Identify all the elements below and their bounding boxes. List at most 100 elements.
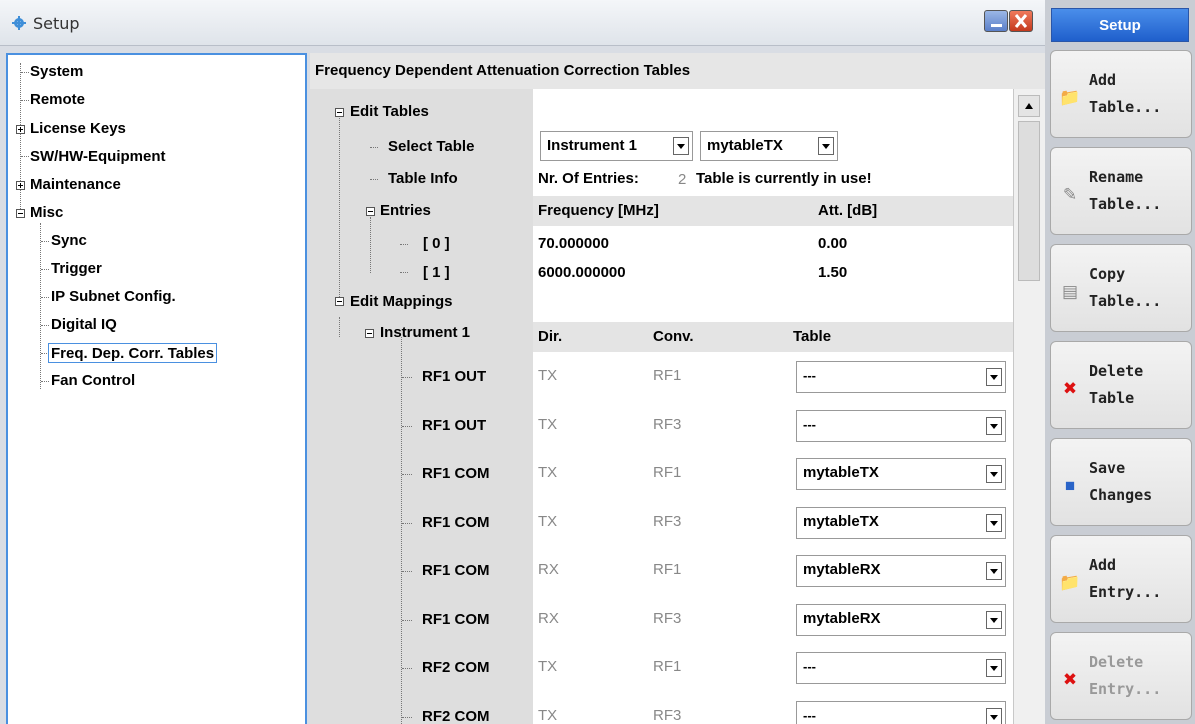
mapping-dir: TX	[538, 464, 558, 481]
collapse-icon[interactable]	[366, 207, 375, 216]
tree-guide	[20, 63, 21, 213]
table-in-use-status: Table is currently in use!	[696, 170, 872, 187]
mapping-table-select[interactable]: mytableRX	[796, 555, 1006, 587]
entry-att[interactable]: 0.00	[818, 233, 847, 255]
edit-mappings-node[interactable]: Edit Mappings	[350, 291, 453, 313]
tree-item-misc[interactable]: Misc	[30, 203, 63, 223]
rename-icon: ✎	[1062, 185, 1078, 204]
mapping-conv: RF1	[653, 464, 682, 481]
mapping-dir: RX	[538, 609, 559, 627]
settings-tree: System Remote License Keys SW/HW-Equipme…	[6, 53, 307, 724]
softkey-save-changes[interactable]: ■ Save Changes	[1050, 438, 1192, 526]
chevron-down-icon	[986, 368, 1002, 386]
collapse-icon[interactable]	[16, 209, 25, 218]
vertical-scrollbar[interactable]	[1013, 89, 1045, 724]
mapping-conv: RF1	[653, 658, 682, 675]
tree-connector	[41, 325, 49, 326]
scroll-up-button[interactable]	[1018, 95, 1040, 117]
softkey-delete-table[interactable]: ✖ Delete Table	[1050, 341, 1192, 429]
tree-connector	[402, 716, 412, 718]
tree-connector	[402, 474, 412, 475]
mapping-dir: TX	[538, 367, 558, 384]
copy-icon: ▤	[1061, 282, 1079, 301]
mapping-table-select[interactable]: mytableTX	[796, 458, 1006, 490]
tree-item-ip-subnet-config[interactable]: IP Subnet Config.	[51, 287, 176, 307]
chevron-down-icon	[986, 659, 1002, 677]
mapping-table-select[interactable]: ---	[796, 409, 1006, 442]
mappings-header: Dir. Conv. Table	[533, 322, 1013, 352]
mapping-conv: RF1	[653, 367, 682, 384]
window-title: Setup	[33, 14, 80, 33]
entry-frequency[interactable]: 6000.000000	[538, 262, 626, 284]
mapping-table-select[interactable]: ---	[796, 652, 1006, 684]
collapse-icon[interactable]	[365, 329, 374, 338]
minimize-button[interactable]	[984, 10, 1008, 32]
softkey-delete-entry[interactable]: ✖ Delete Entry...	[1050, 632, 1192, 720]
mapping-table-select[interactable]: ---	[796, 361, 1006, 393]
mapping-table-value: mytableTX	[803, 464, 879, 481]
tree-connector	[402, 522, 412, 524]
tree-connector	[41, 269, 49, 270]
folder-add-icon: 📁	[1059, 573, 1081, 592]
tree-item-sync[interactable]: Sync	[51, 231, 87, 251]
collapse-icon[interactable]	[335, 108, 344, 117]
mapping-conv: RF3	[653, 609, 682, 627]
entry-frequency[interactable]: 70.000000	[538, 233, 609, 255]
mapping-table-select[interactable]: mytableRX	[796, 603, 1006, 636]
tree-item-digital-iq[interactable]: Digital IQ	[51, 315, 117, 335]
scroll-thumb[interactable]	[1018, 121, 1040, 281]
mapping-table-select[interactable]: mytableTX	[796, 506, 1006, 539]
entries-node[interactable]: Entries	[380, 200, 431, 222]
table-select[interactable]: mytableTX	[700, 131, 838, 161]
expand-icon[interactable]	[16, 181, 25, 190]
chevron-down-icon	[818, 137, 834, 155]
instrument-node[interactable]: Instrument 1	[380, 322, 470, 344]
instrument-select[interactable]: Instrument 1	[540, 131, 693, 161]
mapping-table-value: mytableTX	[803, 512, 879, 530]
tree-connector	[400, 244, 408, 245]
select-table-label: Select Table	[388, 138, 475, 155]
close-button[interactable]	[1009, 10, 1033, 32]
mapping-table-value: ---	[803, 368, 816, 383]
softkey-label: Add Entry...	[1089, 556, 1162, 601]
softkey-add-table[interactable]: 📁 Add Table...	[1050, 50, 1192, 138]
tree-item-fan-control[interactable]: Fan Control	[51, 371, 135, 391]
chevron-down-icon	[986, 416, 1002, 435]
tree-connector	[41, 241, 49, 242]
mapping-dir: TX	[538, 512, 558, 530]
tree-item-trigger[interactable]: Trigger	[51, 259, 102, 279]
edit-tables-node[interactable]: Edit Tables	[350, 101, 429, 123]
tree-item-sw-hw-equipment[interactable]: SW/HW-Equipment	[30, 147, 166, 167]
tree-item-maintenance[interactable]: Maintenance	[30, 175, 121, 195]
page-title: Frequency Dependent Attenuation Correcti…	[310, 53, 1045, 89]
mapping-table-value: mytableRX	[803, 609, 881, 627]
tree-item-freq-dep-corr-tables[interactable]: Freq. Dep. Corr. Tables	[48, 343, 218, 363]
instrument-select-value: Instrument 1	[547, 137, 638, 154]
collapse-icon[interactable]	[335, 297, 344, 306]
mapping-port-label: RF1 COM	[422, 465, 490, 482]
softkey-label: Add Table...	[1089, 71, 1162, 116]
tree-guide	[40, 223, 41, 389]
delete-icon: ✖	[1062, 670, 1078, 689]
softkey-rename-table[interactable]: ✎ Rename Table...	[1050, 147, 1192, 235]
chevron-down-icon	[986, 513, 1002, 532]
tree-connector	[41, 297, 49, 298]
table-select-value: mytableTX	[707, 137, 783, 154]
col-table: Table	[793, 328, 832, 345]
softkey-copy-table[interactable]: ▤ Copy Table...	[1050, 244, 1192, 332]
tree-connector	[402, 668, 412, 669]
entry-att[interactable]: 1.50	[818, 262, 847, 284]
tree-connector	[402, 377, 412, 378]
entry-index: [ 1 ]	[423, 264, 450, 281]
setup-window: Setup System Remote License Keys SW/HW-E…	[0, 0, 1045, 724]
tree-connector	[21, 156, 29, 157]
mapping-dir: TX	[538, 706, 558, 724]
tree-item-license-keys[interactable]: License Keys	[30, 119, 126, 139]
chevron-down-icon	[986, 707, 1002, 724]
expand-icon[interactable]	[16, 125, 25, 134]
chevron-down-icon	[673, 137, 689, 155]
tree-item-remote[interactable]: Remote	[30, 90, 85, 110]
tree-item-system[interactable]: System	[30, 62, 83, 82]
softkey-add-entry[interactable]: 📁 Add Entry...	[1050, 535, 1192, 623]
mapping-table-select[interactable]: ---	[796, 700, 1006, 724]
